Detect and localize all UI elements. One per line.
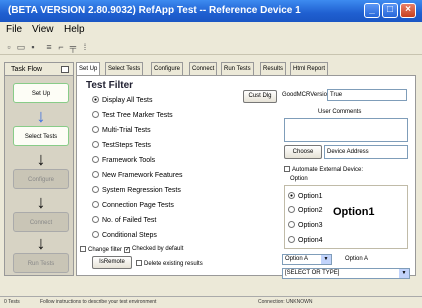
tab-run-tests[interactable]: Run Tests — [221, 62, 254, 75]
save-icon[interactable]: ▪ — [28, 42, 38, 52]
arrow-down-icon: ↓ — [36, 192, 46, 212]
status-bar: 0 Tests Follow instructions to describe … — [0, 296, 422, 308]
menu-help[interactable]: Help — [64, 24, 85, 35]
tool-icon[interactable]: ⌐ — [56, 42, 66, 52]
filter-option[interactable]: Display All Tests — [92, 96, 152, 104]
good-mcr-input[interactable]: True — [327, 89, 407, 101]
option-label: Option — [290, 176, 308, 182]
tab-configure[interactable]: Configure — [151, 62, 184, 75]
open-folder-icon[interactable]: ▭ — [16, 42, 26, 52]
arrow-down-icon: ↓ — [36, 233, 46, 253]
automate-external-device-checkbox[interactable]: Automate External Device: — [284, 166, 363, 173]
option-radio[interactable]: Option2 — [288, 206, 323, 214]
task-flow-panel: Task Flow Set Up ↓ Select Tests ↓ Config… — [4, 62, 74, 276]
task-flow-header: Task Flow — [11, 66, 43, 73]
change-filter-checkbox[interactable]: Change filter — [80, 246, 122, 253]
tab-set-up[interactable]: Set Up — [76, 62, 101, 76]
collapse-icon[interactable] — [61, 66, 69, 73]
filter-option[interactable]: Multi-Trial Tests — [92, 126, 151, 134]
filter-option[interactable]: Conditional Steps — [92, 231, 157, 239]
filter-option[interactable]: Connection Page Tests — [92, 201, 174, 209]
test-count: 0 Tests — [4, 299, 20, 305]
checked-by-default-checkbox[interactable]: ✓ Checked by default — [124, 246, 183, 253]
delete-existing-results-checkbox[interactable]: Delete existing results — [136, 260, 203, 267]
chevron-down-icon: ▼ — [321, 255, 331, 264]
filter-option[interactable]: Framework Tools — [92, 156, 155, 164]
window-title: (BETA VERSION 2.80.9032) RefApp Test -- … — [8, 5, 301, 16]
title-bar: (BETA VERSION 2.80.9032) RefApp Test -- … — [0, 0, 422, 22]
selected-option-display: Option1 — [333, 206, 375, 218]
new-file-icon[interactable]: ▫ — [4, 42, 14, 52]
arrow-down-icon: ↓ — [36, 106, 46, 126]
filter-title: Test Filter — [86, 80, 134, 91]
menu-file[interactable]: File — [6, 24, 22, 35]
option-radio[interactable]: Option3 — [288, 221, 323, 229]
tab-html-report[interactable]: Html Report — [290, 62, 329, 75]
choose-button[interactable]: Choose — [284, 145, 322, 159]
menu-view[interactable]: View — [32, 24, 54, 35]
option-radio[interactable]: Option1 — [288, 192, 323, 200]
filter-option[interactable]: TestSteps Tests — [92, 141, 151, 149]
filter-option[interactable]: New Framework Features — [92, 171, 183, 179]
menu-bar: File View Help — [0, 22, 422, 39]
toolbar: ▫ ▭ ▪ ≡ ⌐ ╤ ⁞ — [0, 39, 422, 55]
minimize-button[interactable]: _ — [364, 3, 380, 18]
app-window: (BETA VERSION 2.80.9032) RefApp Test -- … — [0, 0, 422, 308]
step-connect[interactable]: Connect — [13, 212, 69, 232]
tool-icon[interactable]: ≡ — [44, 42, 54, 52]
user-comments-input[interactable] — [284, 118, 408, 142]
chevron-down-icon: ▼ — [399, 269, 409, 278]
tab-connect[interactable]: Connect — [189, 62, 218, 75]
close-button[interactable]: × — [400, 3, 416, 18]
step-run-tests[interactable]: Run Tests — [13, 253, 69, 273]
filter-option[interactable]: System Regression Tests — [92, 186, 181, 194]
tab-select-tests[interactable]: Select Tests — [105, 62, 144, 75]
option-radio[interactable]: Option4 — [288, 236, 323, 244]
step-select-tests[interactable]: Select Tests — [13, 126, 69, 146]
connection-status: Connection: UNKNOWN — [258, 299, 313, 305]
option-dropdown-label: Option A — [345, 256, 369, 262]
tool-icon[interactable]: ⁞ — [80, 42, 90, 52]
step-configure[interactable]: Configure — [13, 169, 69, 189]
option-dropdown[interactable]: Option A ▼ — [282, 254, 332, 265]
select-or-type-combo[interactable]: [SELECT OR TYPE] ▼ — [282, 268, 410, 279]
tab-results[interactable]: Results — [260, 62, 287, 75]
user-comments-label: User Comments — [318, 109, 362, 115]
maximize-button[interactable]: □ — [382, 3, 398, 18]
filter-option[interactable]: No. of Failed Test — [92, 216, 156, 224]
status-message: Follow instructions to describe your tes… — [40, 299, 157, 305]
cust-dlg-button[interactable]: Cust Dlg — [243, 90, 277, 103]
device-address-input[interactable]: Device Address — [324, 145, 408, 159]
step-setup[interactable]: Set Up — [13, 83, 69, 103]
tool-icon[interactable]: ╤ — [68, 42, 78, 52]
isremote-button[interactable]: IsRemote — [92, 256, 132, 269]
arrow-down-icon: ↓ — [36, 149, 46, 169]
good-mcr-label: GoodMCRVersion — [282, 92, 331, 98]
filter-option[interactable]: Test Tree Marker Tests — [92, 111, 173, 119]
